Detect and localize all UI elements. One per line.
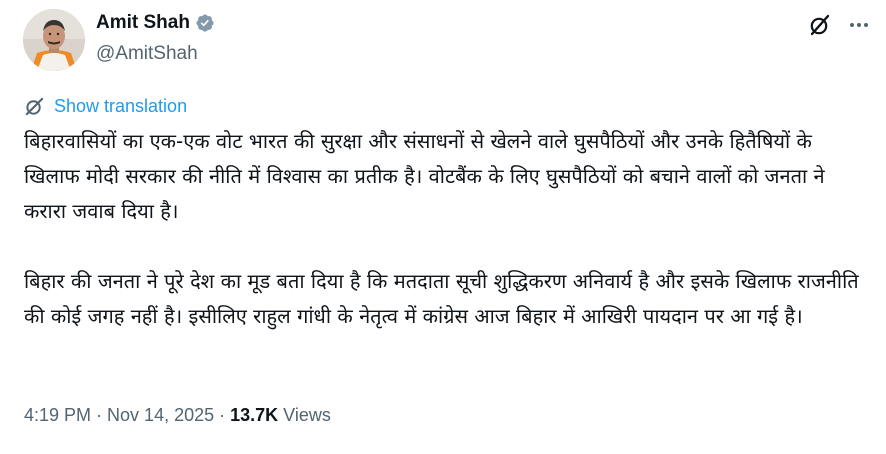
author-name-row: Amit Shah — [96, 12, 215, 34]
more-horizontal-icon — [850, 23, 868, 27]
grok-icon — [810, 14, 830, 36]
tweet-paragraph: बिहारवासियों का एक-एक वोट भारत की सुरक्ष… — [24, 129, 825, 223]
tweet: Amit Shah @AmitShah Show translation बिह… — [0, 0, 886, 454]
author-handle[interactable]: @AmitShah — [96, 43, 198, 65]
translate-icon — [25, 97, 44, 116]
more-button[interactable] — [843, 9, 875, 41]
grok-button[interactable] — [804, 9, 836, 41]
tweet-paragraph: बिहार की जनता ने पूरे देश का मूड बता दिय… — [24, 269, 859, 328]
author-name[interactable]: Amit Shah — [96, 12, 190, 34]
tweet-date[interactable]: Nov 14, 2025 — [107, 405, 214, 426]
tweet-meta: 4:19 PM · Nov 14, 2025 · 13.7K Views — [24, 405, 331, 426]
avatar[interactable] — [23, 9, 85, 71]
tweet-time[interactable]: 4:19 PM — [24, 405, 91, 426]
meta-separator: · — [91, 405, 108, 425]
verified-badge-icon — [195, 13, 215, 33]
views-label: Views — [278, 405, 331, 425]
meta-separator: · — [214, 405, 231, 425]
tweet-text: बिहारवासियों का एक-एक वोट भारत की सुरक्ष… — [24, 124, 864, 334]
profile-photo — [23, 9, 85, 71]
show-translation-label: Show translation — [54, 96, 188, 116]
views-count: 13.7K — [230, 405, 279, 425]
show-translation-button[interactable]: Show translation — [24, 96, 187, 117]
